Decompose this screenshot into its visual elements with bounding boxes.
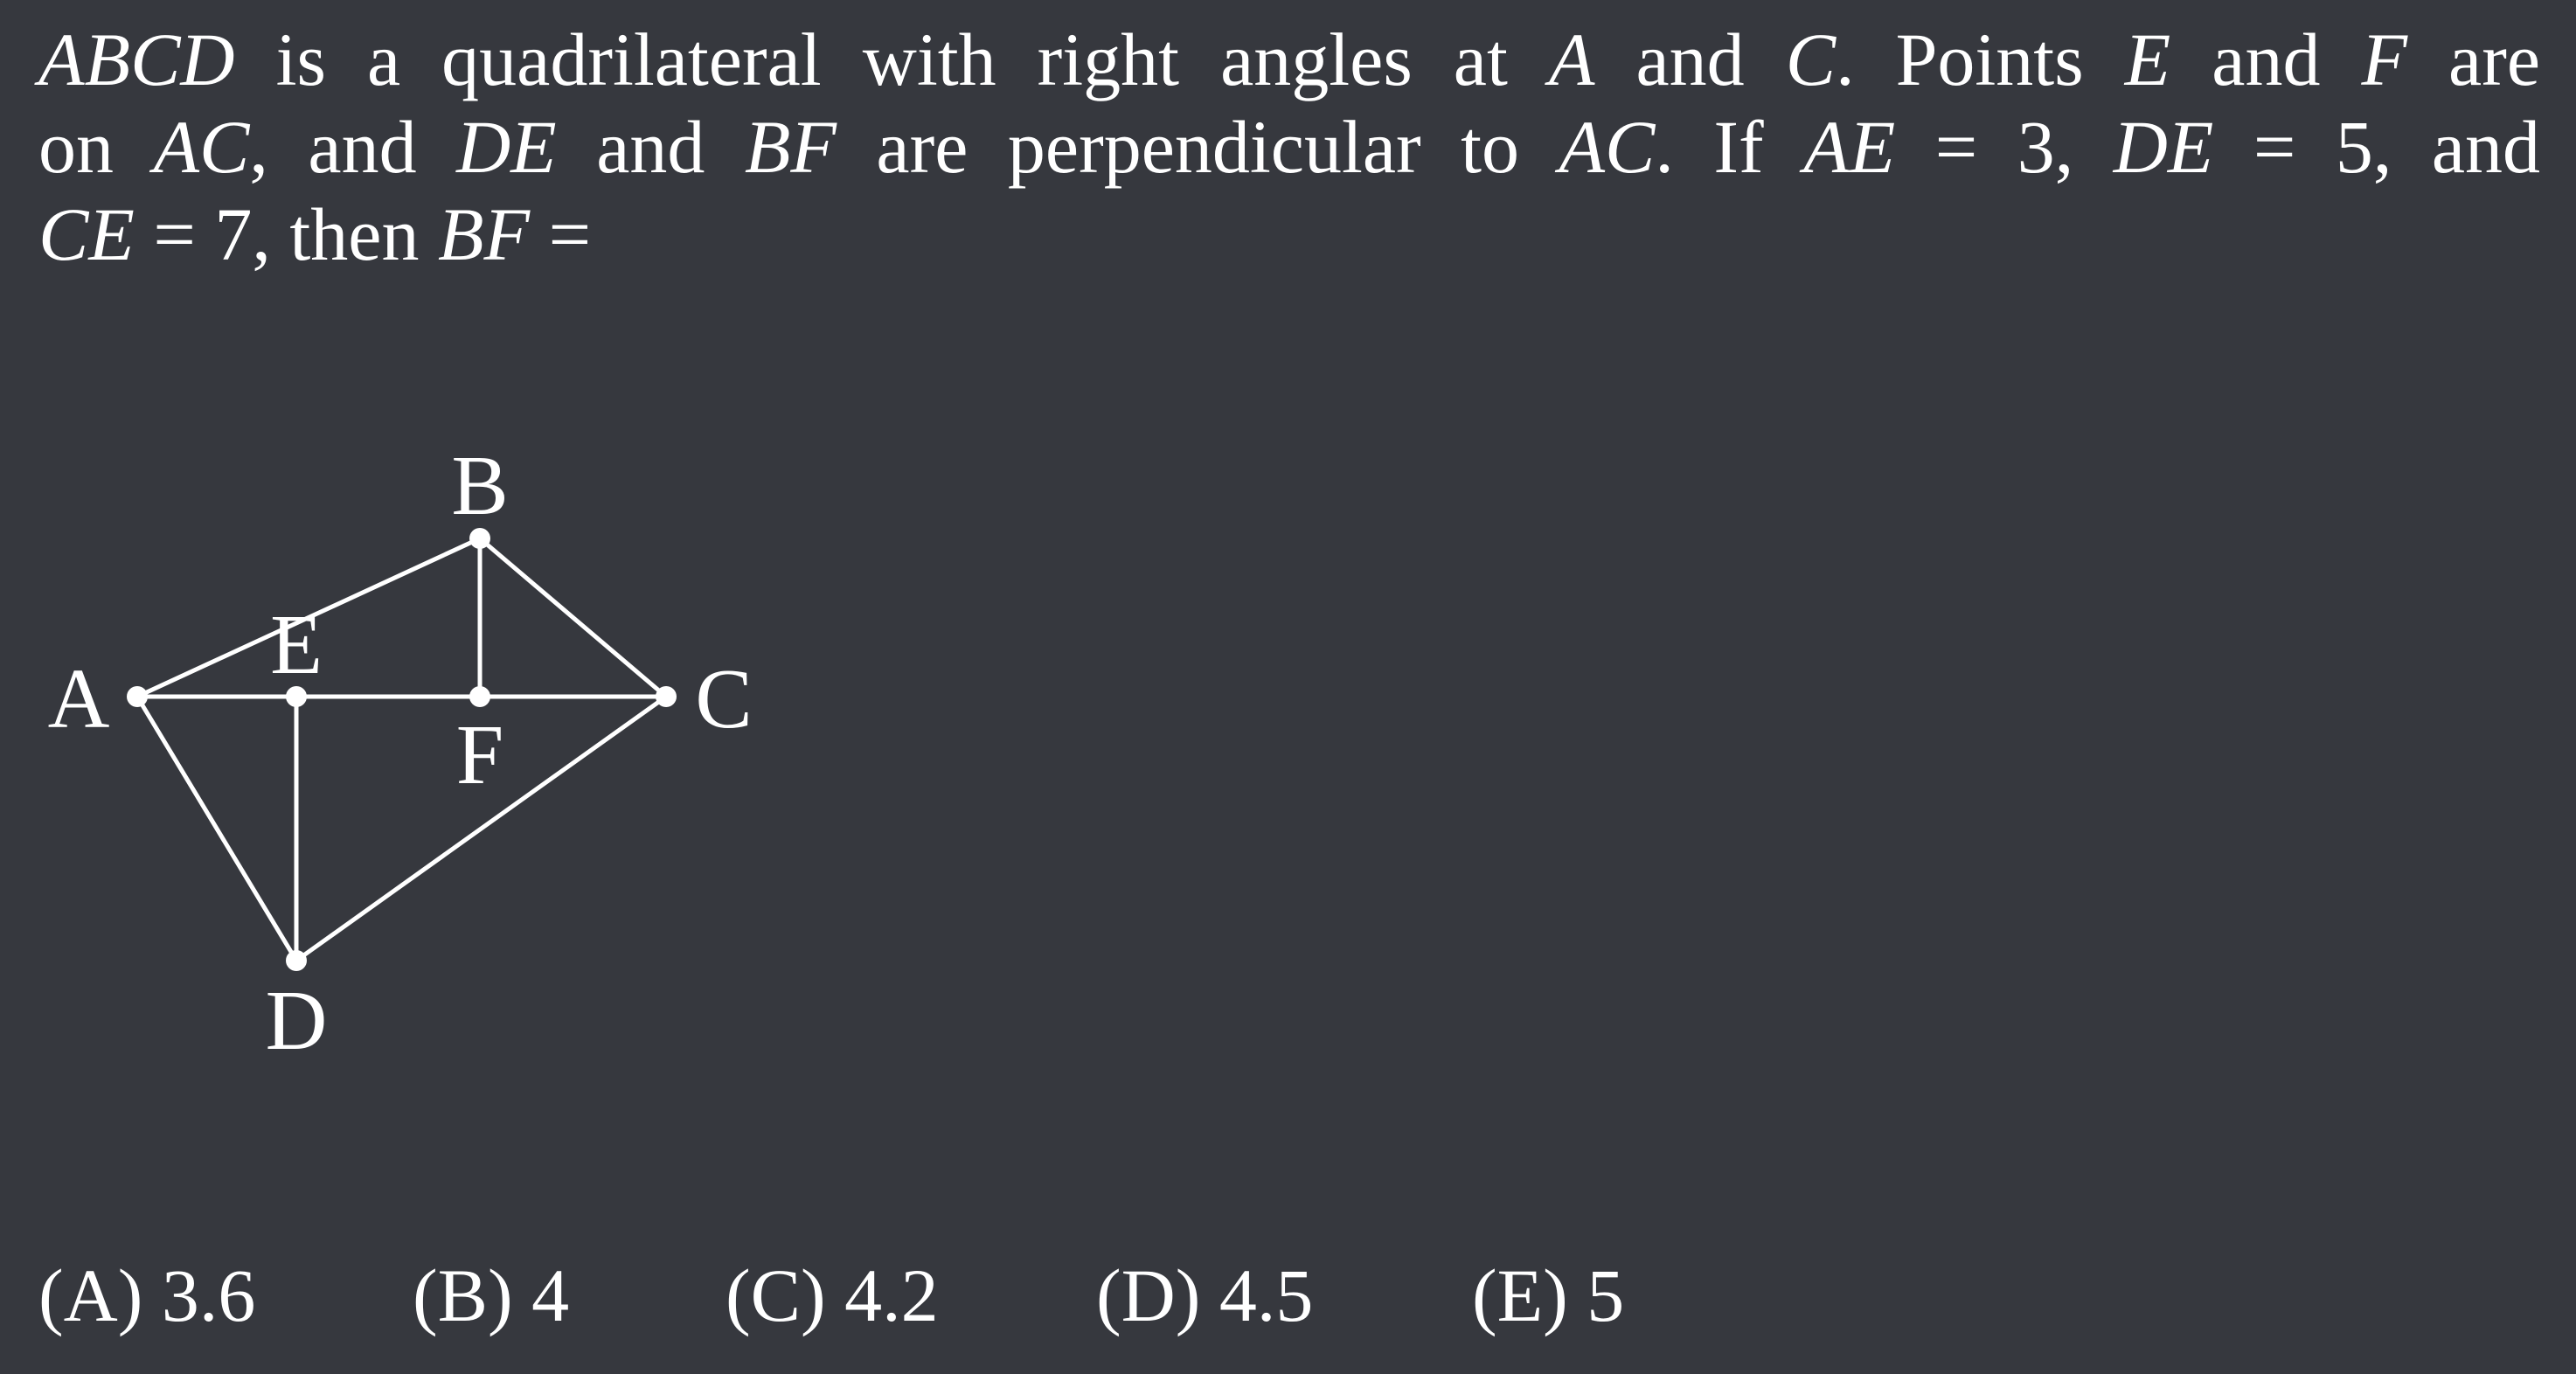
label-a: A <box>48 652 110 746</box>
quadrilateral-diagram: A B C D E F <box>48 439 753 1068</box>
label-d: D <box>266 974 328 1068</box>
point-d <box>286 950 307 971</box>
point-c <box>656 686 677 707</box>
segment-da <box>135 695 299 962</box>
label-f: F <box>456 708 504 802</box>
diagram-segments <box>135 536 668 963</box>
label-b: B <box>451 439 508 533</box>
answer-choice-c[interactable]: (C) 4.2 <box>726 1252 939 1339</box>
point-a <box>127 686 148 707</box>
label-c: C <box>695 652 752 746</box>
answer-choice-d[interactable]: (D) 4.5 <box>1096 1252 1313 1339</box>
answer-choice-a[interactable]: (A) 3.6 <box>38 1252 255 1339</box>
answer-choice-e[interactable]: (E) 5 <box>1472 1252 1624 1339</box>
segment-bc <box>478 537 668 698</box>
label-e: E <box>270 598 323 692</box>
answer-choice-b[interactable]: (B) 4 <box>413 1252 569 1339</box>
point-f <box>469 686 490 707</box>
